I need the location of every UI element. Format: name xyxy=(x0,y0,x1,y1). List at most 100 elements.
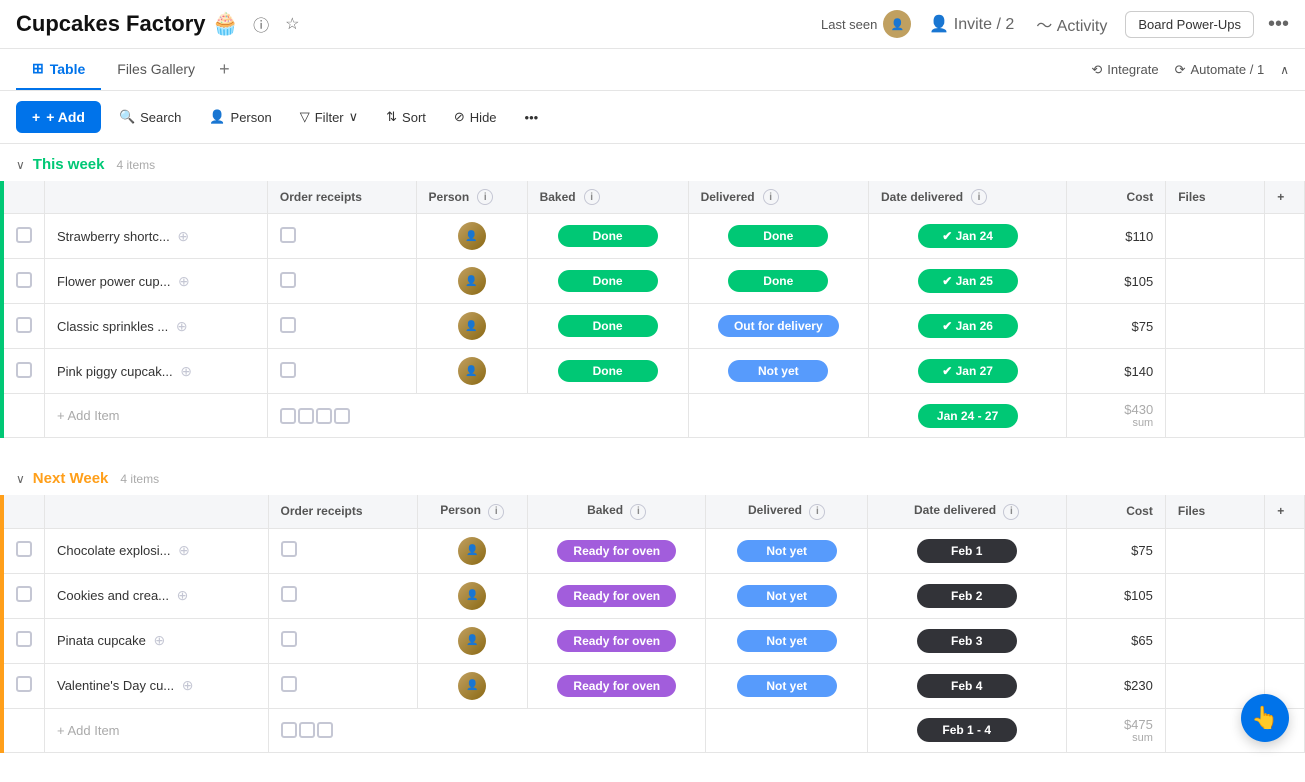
row-name[interactable]: Chocolate explosi... ⊕ xyxy=(45,528,269,573)
row-baked[interactable]: Done xyxy=(527,214,688,259)
row-baked[interactable]: Ready for oven xyxy=(528,618,706,663)
row-delivered[interactable]: Not yet xyxy=(706,663,867,708)
chat-bubble[interactable]: 👆 xyxy=(1241,694,1289,742)
row-add-icon[interactable]: ⊕ xyxy=(180,363,192,379)
row-name[interactable]: Strawberry shortc... ⊕ xyxy=(45,214,268,259)
integrate-button[interactable]: ⟲ Integrate xyxy=(1091,62,1158,78)
date-info-icon-nw[interactable]: i xyxy=(1003,504,1019,520)
hide-button[interactable]: ⊘ Hide xyxy=(444,103,507,131)
person-button[interactable]: 👤 Person xyxy=(199,103,281,131)
add-item-button[interactable]: + Add Item xyxy=(57,408,120,423)
board-power-ups-button[interactable]: Board Power-Ups xyxy=(1125,11,1254,38)
row-person[interactable]: 👤 xyxy=(417,528,528,573)
row-name[interactable]: Pinata cupcake ⊕ xyxy=(45,618,269,663)
row-checkbox[interactable] xyxy=(16,541,32,557)
row-baked[interactable]: Done xyxy=(527,259,688,304)
add-tab-button[interactable]: + xyxy=(211,49,238,90)
person-info-icon[interactable]: i xyxy=(477,189,493,205)
row-checkbox[interactable] xyxy=(16,362,32,378)
row-add-icon[interactable]: ⊕ xyxy=(154,632,166,648)
row-date[interactable]: Feb 4 xyxy=(867,663,1066,708)
row-add-icon[interactable]: ⊕ xyxy=(182,677,194,693)
row-person[interactable]: 👤 xyxy=(416,349,527,394)
collapse-button[interactable]: ∧ xyxy=(1280,63,1289,77)
row-order-cb[interactable] xyxy=(280,362,296,378)
row-name[interactable]: Classic sprinkles ... ⊕ xyxy=(45,304,268,349)
row-add-icon[interactable]: ⊕ xyxy=(177,228,189,244)
search-button[interactable]: 🔍 Search xyxy=(109,103,191,131)
baked-info-icon-nw[interactable]: i xyxy=(630,504,646,520)
row-baked[interactable]: Ready for oven xyxy=(528,663,706,708)
star-button[interactable]: ☆ xyxy=(281,12,303,36)
row-add-icon[interactable]: ⊕ xyxy=(178,273,190,289)
filter-button[interactable]: ▽ Filter ∨ xyxy=(290,103,368,131)
row-order-cb[interactable] xyxy=(281,676,297,692)
row-person[interactable]: 👤 xyxy=(417,663,528,708)
row-person[interactable]: 👤 xyxy=(417,618,528,663)
row-delivered[interactable]: Not yet xyxy=(706,573,867,618)
row-date[interactable]: ✔ Jan 27 xyxy=(869,349,1067,394)
group-next-week-chevron[interactable]: ∨ xyxy=(16,472,25,486)
row-person[interactable]: 👤 xyxy=(416,304,527,349)
tab-table[interactable]: ⊞ Table xyxy=(16,49,101,90)
person-info-icon-nw[interactable]: i xyxy=(488,504,504,520)
row-checkbox[interactable] xyxy=(16,272,32,288)
row-date[interactable]: ✔ Jan 24 xyxy=(869,214,1067,259)
col-add-header[interactable]: + xyxy=(1265,181,1305,214)
row-baked[interactable]: Done xyxy=(527,349,688,394)
row-name[interactable]: Pink piggy cupcak... ⊕ xyxy=(45,349,268,394)
row-delivered[interactable]: Out for delivery xyxy=(688,304,868,349)
row-order-cb[interactable] xyxy=(281,631,297,647)
row-name[interactable]: Cookies and crea... ⊕ xyxy=(45,573,269,618)
group-this-week-chevron[interactable]: ∨ xyxy=(16,158,25,172)
placeholder-cb2[interactable] xyxy=(298,408,314,424)
row-add-icon[interactable]: ⊕ xyxy=(176,318,188,334)
placeholder-cb3[interactable] xyxy=(317,722,333,738)
row-checkbox[interactable] xyxy=(16,586,32,602)
more-options-button[interactable]: ••• xyxy=(1268,13,1289,36)
row-order-cb[interactable] xyxy=(281,541,297,557)
row-baked[interactable]: Ready for oven xyxy=(528,528,706,573)
date-info-icon[interactable]: i xyxy=(971,189,987,205)
row-person[interactable]: 👤 xyxy=(416,214,527,259)
row-person[interactable]: 👤 xyxy=(417,573,528,618)
row-delivered[interactable]: Not yet xyxy=(706,528,867,573)
row-delivered[interactable]: Done xyxy=(688,214,868,259)
row-name[interactable]: Valentine's Day cu... ⊕ xyxy=(45,663,269,708)
activity-button[interactable]: 〜 Activity xyxy=(1032,10,1111,38)
more-toolbar-button[interactable]: ••• xyxy=(515,104,549,131)
row-delivered[interactable]: Not yet xyxy=(688,349,868,394)
placeholder-cb3[interactable] xyxy=(316,408,332,424)
add-button[interactable]: + + Add xyxy=(16,101,101,133)
row-delivered[interactable]: Done xyxy=(688,259,868,304)
row-checkbox[interactable] xyxy=(16,317,32,333)
row-delivered[interactable]: Not yet xyxy=(706,618,867,663)
tab-files-gallery[interactable]: Files Gallery xyxy=(101,49,211,90)
row-name[interactable]: Flower power cup... ⊕ xyxy=(45,259,268,304)
automate-button[interactable]: ⟳ Automate / 1 xyxy=(1175,62,1265,78)
info-button[interactable]: ⓘ xyxy=(249,10,273,38)
placeholder-cb1[interactable] xyxy=(280,408,296,424)
row-date[interactable]: ✔ Jan 25 xyxy=(869,259,1067,304)
row-date[interactable]: Feb 1 xyxy=(867,528,1066,573)
invite-button[interactable]: 👤 Invite / 2 xyxy=(925,12,1018,36)
row-add-icon[interactable]: ⊕ xyxy=(178,542,190,558)
row-add-icon[interactable]: ⊕ xyxy=(177,587,189,603)
row-person[interactable]: 👤 xyxy=(416,259,527,304)
col-add-header-nw[interactable]: + xyxy=(1265,495,1305,528)
row-date[interactable]: Feb 3 xyxy=(867,618,1066,663)
sort-button[interactable]: ⇅ Sort xyxy=(376,103,436,131)
baked-info-icon[interactable]: i xyxy=(584,189,600,205)
placeholder-cb4[interactable] xyxy=(334,408,350,424)
placeholder-cb2[interactable] xyxy=(299,722,315,738)
row-order-cb[interactable] xyxy=(280,272,296,288)
delivered-info-icon-nw[interactable]: i xyxy=(809,504,825,520)
add-item-button[interactable]: + Add Item xyxy=(57,723,120,738)
row-baked[interactable]: Ready for oven xyxy=(528,573,706,618)
row-checkbox[interactable] xyxy=(16,227,32,243)
row-date[interactable]: Feb 2 xyxy=(867,573,1066,618)
placeholder-cb1[interactable] xyxy=(281,722,297,738)
row-baked[interactable]: Done xyxy=(527,304,688,349)
row-order-cb[interactable] xyxy=(281,586,297,602)
row-order-cb[interactable] xyxy=(280,317,296,333)
